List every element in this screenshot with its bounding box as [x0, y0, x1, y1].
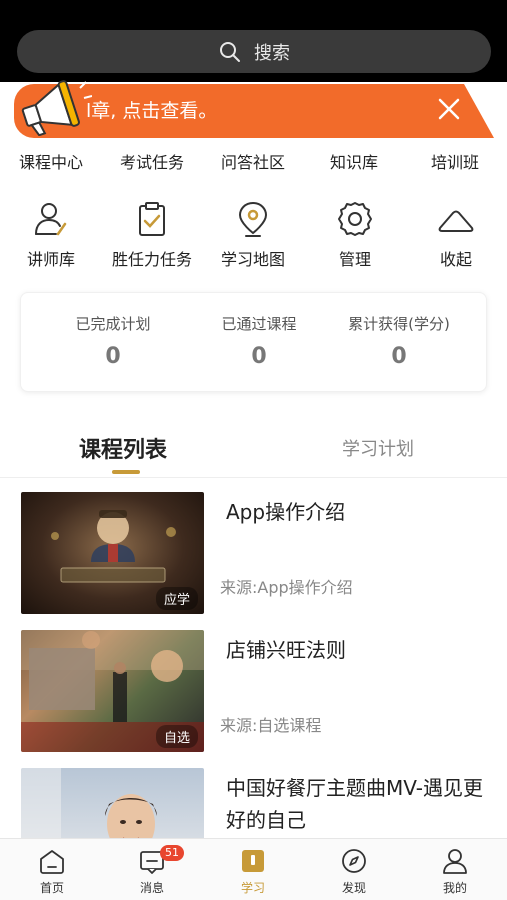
home-icon: [40, 850, 64, 874]
active-tab-indicator: [112, 470, 140, 474]
course-title: 店铺兴旺法则: [226, 638, 346, 662]
course-item[interactable]: 自选 店铺兴旺法则 来源:自选课程: [0, 630, 507, 754]
grid-label: 收起: [439, 250, 472, 269]
nav-label: 消息: [139, 881, 164, 895]
singer-photo-image: [21, 768, 157, 838]
grid-label: 管理: [338, 250, 371, 269]
link-course-center[interactable]: 课程中心: [19, 149, 83, 173]
stat-completed-plans[interactable]: 已完成计划 0: [53, 313, 173, 369]
nav-label: 发现: [341, 881, 366, 895]
nav-learning[interactable]: 学习: [213, 847, 293, 896]
nav-label: 我的: [442, 881, 467, 895]
link-knowledge-base[interactable]: 知识库: [330, 149, 378, 173]
stats-card: 已完成计划 0 已通过课程 0 累计获得(学分) 0: [20, 292, 487, 392]
compass-icon: [342, 849, 366, 873]
close-icon[interactable]: [434, 94, 464, 124]
stat-title: 累计获得(学分): [348, 315, 450, 333]
clipboard-check-icon: [139, 202, 165, 236]
lecturer-icon: [35, 203, 67, 236]
grid-item-manage[interactable]: 管理: [305, 200, 405, 270]
gear-icon: [338, 202, 372, 236]
bottom-nav: 首页 51 消息 学习 发现 我的: [0, 838, 507, 900]
grid-label: 胜任力任务: [111, 250, 192, 269]
link-training-class[interactable]: 培训班: [431, 149, 479, 173]
tab-learning-plan[interactable]: 学习计划: [342, 435, 414, 461]
grid-item-competency[interactable]: 胜任力任务: [102, 200, 202, 270]
nav-label: 学习: [240, 881, 265, 895]
course-item[interactable]: 应学 App操作介绍 来源:App操作介绍: [0, 492, 507, 616]
grid-item-learning-map[interactable]: 学习地图: [203, 200, 303, 270]
search-bar[interactable]: 搜索: [17, 30, 491, 73]
course-source: 来源:自选课程: [220, 716, 322, 735]
search-label: 搜索: [254, 42, 290, 64]
course-thumbnail: [21, 768, 204, 838]
quick-links: 课程中心 考试任务 问答社区 知识库 培训班: [0, 149, 507, 175]
course-tag: 应学: [155, 587, 198, 610]
grid-label: 讲师库: [26, 250, 75, 269]
stat-value: 0: [251, 344, 267, 369]
notice-banner[interactable]: l章, 点击查看。: [14, 80, 494, 138]
grid-item-lecturer[interactable]: 讲师库: [1, 200, 101, 270]
nav-label: 首页: [39, 881, 64, 895]
tab-course-list[interactable]: 课程列表: [79, 432, 167, 464]
message-badge: 51: [160, 845, 184, 861]
stat-value: 0: [391, 344, 407, 369]
collapse-icon: [438, 210, 474, 232]
top-bar: 搜索: [0, 0, 507, 82]
course-title: App操作介绍: [226, 500, 346, 524]
course-source: 来源:App操作介绍: [220, 578, 353, 597]
nav-profile[interactable]: 我的: [415, 847, 495, 896]
stat-credits[interactable]: 累计获得(学分) 0: [339, 313, 459, 369]
grid-item-collapse[interactable]: 收起: [406, 200, 506, 270]
nav-messages[interactable]: 51 消息: [112, 845, 192, 896]
stat-title: 已完成计划: [75, 315, 151, 333]
book-icon: [242, 850, 264, 872]
course-thumbnail: 应学: [21, 492, 204, 614]
nav-home[interactable]: 首页: [12, 847, 92, 896]
profile-icon: [443, 849, 467, 874]
grid-label: 学习地图: [220, 250, 285, 269]
link-qa-community[interactable]: 问答社区: [221, 149, 285, 173]
course-title: 中国好餐厅主题曲MV-遇见更好的自己: [226, 776, 483, 832]
course-tag: 自选: [155, 725, 198, 748]
nav-discover[interactable]: 发现: [314, 847, 394, 896]
search-icon: [220, 41, 240, 62]
link-exam-tasks[interactable]: 考试任务: [120, 149, 184, 173]
function-grid: 讲师库 胜任力任务 学习地图 管理 收起: [0, 200, 507, 280]
section-tabs: 课程列表 学习计划: [0, 420, 507, 478]
megaphone-icon: [21, 80, 92, 136]
stat-value: 0: [105, 344, 121, 369]
notice-text: l章, 点击查看。: [86, 100, 218, 122]
course-thumbnail: 自选: [21, 630, 204, 752]
course-item[interactable]: 中国好餐厅主题曲MV-遇见更好的自己: [0, 768, 507, 838]
map-pin-icon: [238, 201, 268, 237]
learning-page: 搜索 l章, 点击查看。 课程中心 考试任务 问答社区 知识库 培训班 讲师库 …: [0, 0, 507, 900]
stat-passed-courses[interactable]: 已通过课程 0: [199, 313, 319, 369]
stat-title: 已通过课程: [221, 315, 297, 333]
